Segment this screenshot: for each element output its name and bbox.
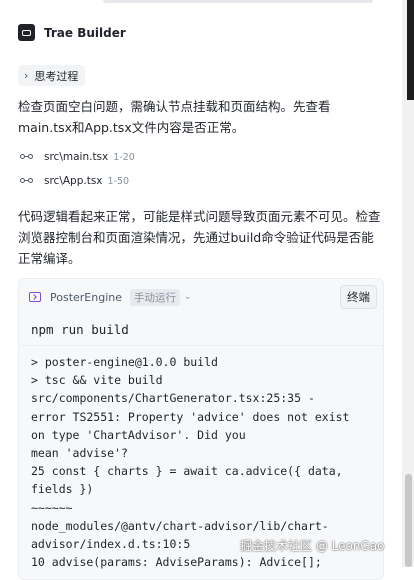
scrollbar-thumb[interactable] (405, 474, 412, 567)
run-mode-dropdown[interactable]: 手动运行 (130, 288, 181, 306)
scrollbar[interactable] (402, 0, 414, 567)
file-line-range: 1-20 (113, 151, 135, 163)
file-path: src\App.tsx (44, 175, 103, 187)
assistant-message: 代码逻辑看起来正常，可能是样式问题导致页面元素不可见。检查浏览器控制台和页面渲染… (18, 209, 381, 266)
watermark: 掘金技术社区 @ LeonGao (240, 539, 385, 553)
chevron-down-icon[interactable]: ⌄ (184, 292, 192, 302)
thinking-toggle[interactable]: › 思考过程 (18, 65, 86, 86)
scrollbar-track-top (407, 0, 414, 100)
terminal-output-line: on type 'ChartAdvisor'. Did you (31, 427, 246, 442)
agent-header: Trae Builder (18, 24, 126, 41)
glasses-icon (20, 177, 36, 185)
terminal-output-line: ~~~~~~ (31, 500, 73, 515)
terminal-output-line: node_modules/@antv/chart-advisor/lib/cha… (31, 518, 329, 533)
terminal-command: npm run build (19, 315, 383, 346)
terminal-panel: PosterEngine 手动运行 ⌄ 终端 npm run build > p… (18, 278, 384, 580)
terminal-header: PosterEngine 手动运行 ⌄ 终端 (19, 279, 383, 315)
glasses-icon (20, 153, 36, 161)
terminal-output-line: 10 advise(params: AdviseParams): Advice[… (31, 555, 322, 570)
terminal-output-line: > tsc && vite build (31, 373, 163, 388)
assistant-message: 检查页面空白问题，需确认节点挂载和页面结构。先查看main.tsx和App.ts… (18, 99, 331, 135)
terminal-output-line: src/components/ChartGenerator.tsx:25:35 … (31, 391, 315, 406)
terminal-button[interactable]: 终端 (340, 285, 377, 309)
file-reference[interactable]: src\main.tsx 1-20 (18, 151, 135, 163)
file-path: src\main.tsx (44, 151, 109, 163)
top-divider (103, 0, 373, 3)
chevron-right-icon: › (24, 69, 29, 82)
file-reference[interactable]: src\App.tsx 1-50 (18, 175, 129, 187)
terminal-output-line: fields }) (31, 482, 94, 497)
terminal-output-line: 25 const { charts } = await ca.advice({ … (31, 464, 343, 479)
terminal-output-line: error TS2551: Property 'advice' does not… (31, 409, 350, 424)
terminal-name: PosterEngine (50, 290, 123, 304)
bot-icon (18, 24, 35, 41)
terminal-output-line: mean 'advise'? (31, 446, 128, 461)
agent-name: Trae Builder (44, 25, 126, 40)
file-line-range: 1-50 (107, 175, 130, 187)
terminal-output-line: > poster-engine@1.0.0 build (31, 355, 218, 369)
thinking-label: 思考过程 (34, 69, 79, 83)
terminal-icon (29, 292, 41, 302)
